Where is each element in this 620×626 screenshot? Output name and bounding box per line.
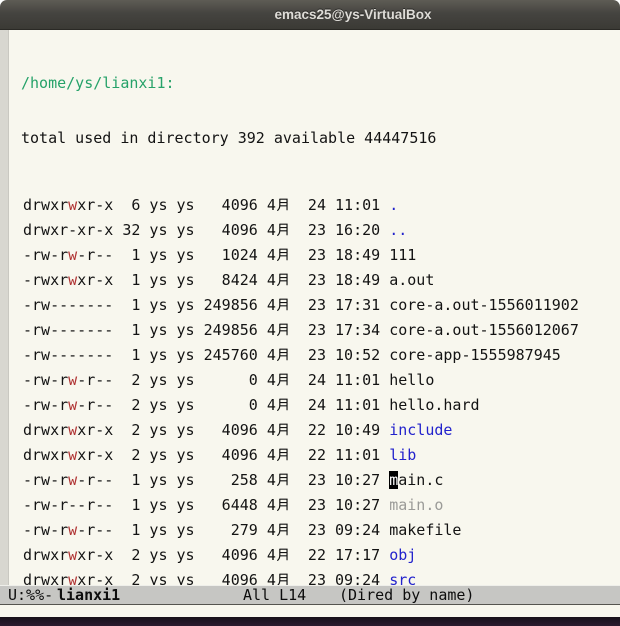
emacs-window: emacs25@ys-VirtualBox /home/ys/lianxi1: … bbox=[0, 0, 620, 626]
group-write-permission: w bbox=[68, 371, 77, 389]
cjk-month-glyph bbox=[276, 547, 290, 562]
file-permissions: drwxrwxr-x bbox=[23, 571, 113, 585]
text-cursor: m bbox=[389, 471, 398, 489]
file-name[interactable]: . bbox=[389, 196, 398, 214]
group-write-permission: w bbox=[68, 271, 77, 289]
file-permissions: -rw-rw-r-- bbox=[23, 521, 113, 539]
dired-row-src[interactable]: drwxrwxr-x 2 ys ys 4096 4 23 09:24 src bbox=[23, 568, 620, 585]
dired-total-line: total used in directory 392 available 44… bbox=[21, 129, 620, 148]
dired-row-core-a.out-1556012067[interactable]: -rw------- 1 ys ys 249856 4 23 17:34 cor… bbox=[23, 318, 620, 343]
cjk-month-glyph bbox=[276, 322, 290, 337]
file-name[interactable]: core-a.out-1556012067 bbox=[389, 321, 579, 339]
cjk-month-glyph bbox=[276, 397, 290, 412]
dired-file-list: drwxrwxr-x 6 ys ys 4096 4 24 11:01 .drwx… bbox=[21, 193, 620, 585]
cjk-month-glyph bbox=[276, 472, 290, 487]
file-name[interactable]: include bbox=[389, 421, 452, 439]
cjk-month-glyph bbox=[276, 197, 290, 212]
file-name[interactable]: src bbox=[389, 571, 416, 585]
cjk-month-glyph bbox=[276, 372, 290, 387]
group-write-permission: w bbox=[68, 571, 77, 585]
cjk-month-glyph bbox=[276, 222, 290, 237]
group-write-permission: w bbox=[68, 446, 77, 464]
file-name[interactable]: main.o bbox=[389, 496, 443, 514]
group-write-permission: w bbox=[68, 421, 77, 439]
file-permissions: drwxrwxr-x bbox=[23, 446, 113, 464]
file-permissions: -rwxrwxr-x bbox=[23, 271, 113, 289]
dired-row-111[interactable]: -rw-rw-r-- 1 ys ys 1024 4 23 18:49 111 bbox=[23, 243, 620, 268]
file-name[interactable]: hello.hard bbox=[389, 396, 479, 414]
file-permissions: -rw-rw-r-- bbox=[23, 371, 113, 389]
dired-directory-header: /home/ys/lianxi1: bbox=[21, 74, 620, 93]
scrollbar-track[interactable] bbox=[0, 30, 9, 585]
file-permissions: -rw-rw-r-- bbox=[23, 471, 113, 489]
dired-row-core-a.out-1556011902[interactable]: -rw------- 1 ys ys 249856 4 23 17:31 cor… bbox=[23, 293, 620, 318]
file-name[interactable]: core-a.out-1556011902 bbox=[389, 296, 579, 314]
dired-row-include[interactable]: drwxrwxr-x 2 ys ys 4096 4 22 10:49 inclu… bbox=[23, 418, 620, 443]
file-permissions: -rw------- bbox=[23, 321, 113, 339]
dired-row-..[interactable]: drwxr-xr-x 32 ys ys 4096 4 23 16:20 .. bbox=[23, 218, 620, 243]
file-name[interactable]: .. bbox=[389, 221, 407, 239]
dired-row-hello[interactable]: -rw-rw-r-- 2 ys ys 0 4 24 11:01 hello bbox=[23, 368, 620, 393]
file-name[interactable]: a.out bbox=[389, 271, 434, 289]
dired-row-lib[interactable]: drwxrwxr-x 2 ys ys 4096 4 22 11:01 lib bbox=[23, 443, 620, 468]
dired-row-makefile[interactable]: -rw-rw-r-- 1 ys ys 279 4 23 09:24 makefi… bbox=[23, 518, 620, 543]
dired-row-.[interactable]: drwxrwxr-x 6 ys ys 4096 4 24 11:01 . bbox=[23, 193, 620, 218]
dired-row-main.o[interactable]: -rw-r--r-- 1 ys ys 6448 4 23 10:27 main.… bbox=[23, 493, 620, 518]
dired-row-core-app-1555987945[interactable]: -rw------- 1 ys ys 245760 4 23 10:52 cor… bbox=[23, 343, 620, 368]
file-permissions: -rw------- bbox=[23, 296, 113, 314]
cjk-month-glyph bbox=[276, 297, 290, 312]
cjk-month-glyph bbox=[276, 497, 290, 512]
dired-row-hello.hard[interactable]: -rw-rw-r-- 2 ys ys 0 4 24 11:01 hello.ha… bbox=[23, 393, 620, 418]
dired-row-main.c[interactable]: -rw-rw-r-- 1 ys ys 258 4 23 10:27 main.c bbox=[23, 468, 620, 493]
cjk-month-glyph bbox=[276, 572, 290, 585]
group-write-permission: w bbox=[68, 471, 77, 489]
file-permissions: drwxrwxr-x bbox=[23, 546, 113, 564]
group-write-permission: w bbox=[68, 396, 77, 414]
modeline-position: All L14 bbox=[243, 586, 306, 604]
file-name[interactable]: makefile bbox=[389, 521, 461, 539]
modeline-buffer-name[interactable]: lianxi1 bbox=[57, 586, 120, 604]
modeline-flags: U:%%- bbox=[8, 586, 53, 604]
file-name[interactable]: hello bbox=[389, 371, 434, 389]
echo-area[interactable] bbox=[0, 605, 620, 617]
cjk-month-glyph bbox=[276, 272, 290, 287]
cjk-month-glyph bbox=[276, 422, 290, 437]
dired-buffer: /home/ys/lianxi1: total used in director… bbox=[0, 30, 620, 585]
group-write-permission: w bbox=[68, 521, 77, 539]
file-name[interactable]: 111 bbox=[389, 246, 416, 264]
file-name[interactable]: lib bbox=[389, 446, 416, 464]
window-titlebar[interactable]: emacs25@ys-VirtualBox bbox=[0, 0, 620, 30]
dired-row-obj[interactable]: drwxrwxr-x 2 ys ys 4096 4 22 17:17 obj bbox=[23, 543, 620, 568]
file-name[interactable]: obj bbox=[389, 546, 416, 564]
dired-row-a.out[interactable]: -rwxrwxr-x 1 ys ys 8424 4 23 18:49 a.out bbox=[23, 268, 620, 293]
window-title: emacs25@ys-VirtualBox bbox=[275, 7, 432, 22]
file-permissions: -rw-r--r-- bbox=[23, 496, 113, 514]
group-write-permission: w bbox=[68, 546, 77, 564]
cjk-month-glyph bbox=[276, 247, 290, 262]
mode-line: U:%%- lianxi1 All L14 (Dired by name) bbox=[0, 585, 620, 605]
file-permissions: drwxr-xr-x bbox=[23, 221, 113, 239]
group-write-permission: w bbox=[68, 196, 77, 214]
cjk-month-glyph bbox=[276, 447, 290, 462]
desktop-edge bbox=[0, 617, 620, 626]
cjk-month-glyph bbox=[276, 347, 290, 362]
file-permissions: -rw------- bbox=[23, 346, 113, 364]
cjk-month-glyph bbox=[276, 522, 290, 537]
file-name[interactable]: core-app-1555987945 bbox=[389, 346, 561, 364]
file-permissions: -rw-rw-r-- bbox=[23, 396, 113, 414]
file-permissions: drwxrwxr-x bbox=[23, 196, 113, 214]
buffer-area[interactable]: /home/ys/lianxi1: total used in director… bbox=[0, 30, 620, 585]
file-permissions: drwxrwxr-x bbox=[23, 421, 113, 439]
file-permissions: -rw-rw-r-- bbox=[23, 246, 113, 264]
file-name[interactable]: main.c bbox=[389, 471, 443, 489]
group-write-permission: w bbox=[68, 246, 77, 264]
modeline-major-mode[interactable]: (Dired by name) bbox=[339, 586, 474, 604]
